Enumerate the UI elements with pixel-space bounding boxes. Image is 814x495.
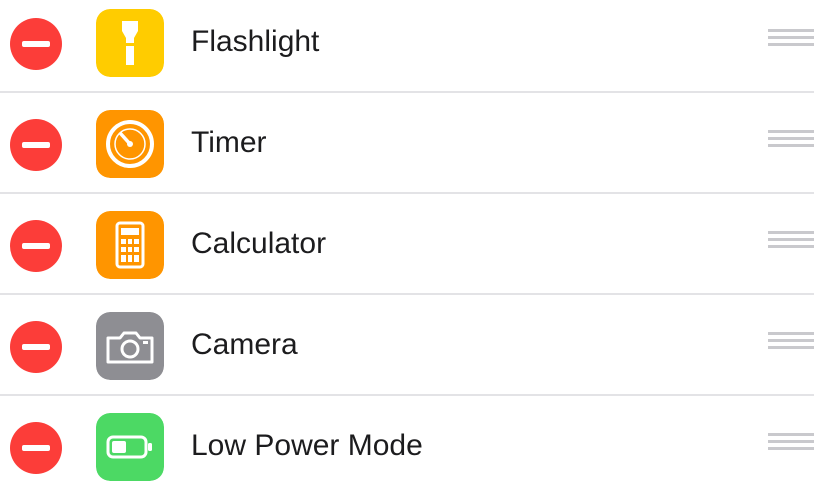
reorder-handle-icon[interactable] <box>768 231 814 251</box>
list-item-calculator: Calculator <box>0 192 814 293</box>
remove-button-low-power-mode[interactable] <box>10 422 62 474</box>
minus-icon <box>22 41 50 47</box>
battery-icon <box>96 413 164 481</box>
reorder-handle-icon[interactable] <box>768 433 814 453</box>
minus-icon <box>22 344 50 350</box>
remove-button-camera[interactable] <box>10 321 62 373</box>
flashlight-icon <box>96 9 164 77</box>
item-label: Calculator <box>191 227 327 260</box>
item-label: Timer <box>191 126 267 159</box>
minus-icon <box>22 243 50 249</box>
list-item-flashlight: Flashlight <box>0 0 814 91</box>
control-center-included-list: Flashlight Timer Calculator Camera Low P… <box>0 0 814 495</box>
list-item-timer: Timer <box>0 91 814 192</box>
calculator-icon <box>96 211 164 279</box>
item-label: Camera <box>191 328 298 361</box>
reorder-handle-icon[interactable] <box>768 130 814 150</box>
reorder-handle-icon[interactable] <box>768 29 814 49</box>
reorder-handle-icon[interactable] <box>768 332 814 352</box>
minus-icon <box>22 142 50 148</box>
timer-icon <box>96 110 164 178</box>
list-item-camera: Camera <box>0 293 814 394</box>
remove-button-calculator[interactable] <box>10 220 62 272</box>
item-label: Low Power Mode <box>191 429 423 462</box>
list-item-low-power-mode: Low Power Mode <box>0 394 814 495</box>
minus-icon <box>22 445 50 451</box>
remove-button-timer[interactable] <box>10 119 62 171</box>
remove-button-flashlight[interactable] <box>10 18 62 70</box>
item-label: Flashlight <box>191 25 320 58</box>
camera-icon <box>96 312 164 380</box>
